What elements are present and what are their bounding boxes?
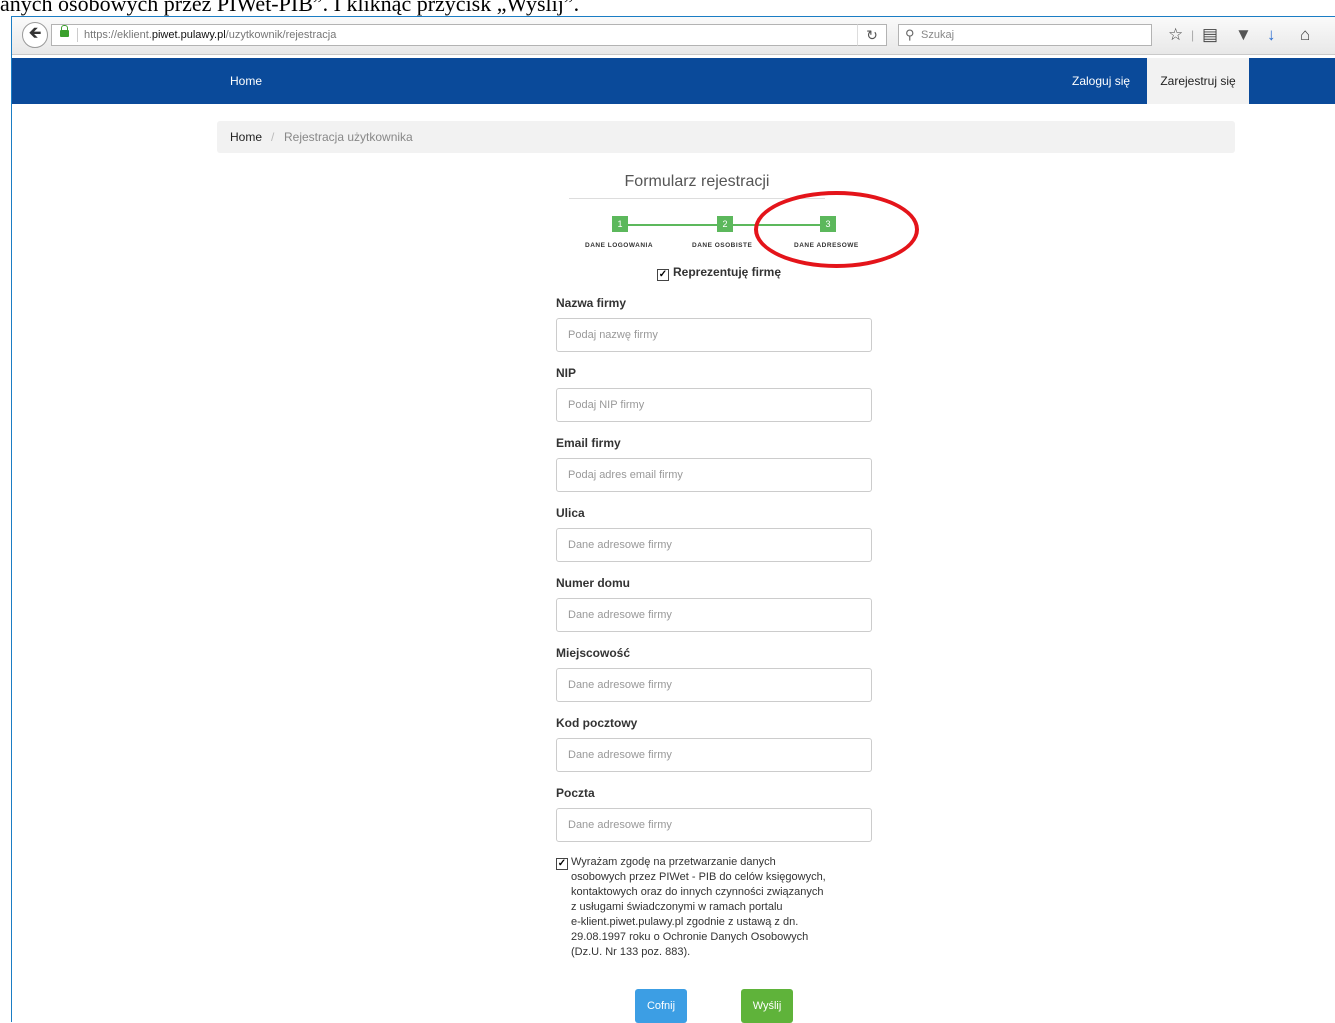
lock-icon xyxy=(60,25,69,37)
street-input[interactable] xyxy=(556,528,872,562)
search-input[interactable] xyxy=(921,27,1141,43)
step-1-box: 1 xyxy=(612,216,628,232)
city-input[interactable] xyxy=(556,668,872,702)
company-name-input[interactable] xyxy=(556,318,872,352)
consent-text: Wyrażam zgodę na przetwarzanie danych os… xyxy=(571,855,876,960)
browser-window: 🡸 https://eklient.piwet.pulawy.pl/uzytko… xyxy=(11,16,1335,1023)
step-2-label: DANE OSOBISTE xyxy=(692,242,753,249)
search-box[interactable]: ⚲ xyxy=(898,24,1152,46)
nav-home-link[interactable]: Home xyxy=(230,74,262,88)
url-path: /uzytkownik/rejestracja xyxy=(225,29,337,41)
red-annotation-circle xyxy=(754,191,919,268)
bookmark-star-icon[interactable]: ☆ xyxy=(1168,24,1183,46)
step-connector-1 xyxy=(620,224,720,226)
url-text: https://eklient.piwet.pulawy.pl/uzytkown… xyxy=(84,29,336,41)
nav-login-link[interactable]: Zaloguj się xyxy=(1072,74,1130,88)
search-icon: ⚲ xyxy=(905,27,915,42)
reading-list-icon[interactable]: ▤ xyxy=(1202,24,1218,46)
represent-company-label: Reprezentuję firmę xyxy=(673,265,782,279)
field-label: Miejscowość xyxy=(556,646,631,660)
field-company-email: Email firmy xyxy=(556,436,874,492)
back-arrow-icon: 🡸 xyxy=(28,24,42,42)
pocket-icon[interactable]: ▼ xyxy=(1235,24,1252,46)
house-number-input[interactable] xyxy=(556,598,872,632)
download-icon[interactable]: ↓ xyxy=(1267,24,1276,46)
field-postal-code: Kod pocztowy xyxy=(556,716,874,772)
document-caption: anych osobowych przez PIWet-PIB”. I klik… xyxy=(0,0,580,16)
field-label: Nazwa firmy xyxy=(556,296,627,310)
url-separator xyxy=(77,28,78,42)
field-label: Numer domu xyxy=(556,576,631,590)
consent-checkbox[interactable]: ✓ Wyrażam zgodę na przetwarzanie danych … xyxy=(556,855,876,960)
site-navbar: Home Zaloguj się Zarejestruj się xyxy=(12,58,1335,104)
nip-input[interactable] xyxy=(556,388,872,422)
field-label: NIP xyxy=(556,366,577,380)
nav-register-link[interactable]: Zarejestruj się xyxy=(1147,58,1249,104)
post-office-input[interactable] xyxy=(556,808,872,842)
field-label: Kod pocztowy xyxy=(556,716,638,730)
consent-line: z usługami świadczonymi w ramach portalu xyxy=(571,901,783,913)
field-city: Miejscowość xyxy=(556,646,874,702)
field-post-office: Poczta xyxy=(556,786,874,842)
reload-button[interactable]: ↻ xyxy=(857,24,887,46)
consent-line: e-klient.piwet.pulawy.pl zgodnie z ustaw… xyxy=(571,916,799,928)
field-street: Ulica xyxy=(556,506,874,562)
toolbar-divider: | xyxy=(1191,28,1195,42)
url-domain: piwet.pulawy.pl xyxy=(151,29,226,41)
url-prefix: https://eklient. xyxy=(84,29,152,41)
back-button[interactable]: 🡸 xyxy=(22,22,48,48)
consent-line: 29.08.1997 roku o Ochronie Danych Osobow… xyxy=(571,931,809,943)
breadcrumb-home-link[interactable]: Home xyxy=(230,121,262,153)
browser-toolbar: 🡸 https://eklient.piwet.pulawy.pl/uzytko… xyxy=(12,17,1335,55)
consent-line: osobowych przez PIWet - PIB do celów ksi… xyxy=(571,871,826,883)
company-email-input[interactable] xyxy=(556,458,872,492)
consent-line: kontaktowych oraz do innych czynności zw… xyxy=(571,886,824,898)
home-icon[interactable]: ⌂ xyxy=(1300,24,1310,46)
form-title: Formularz rejestracji xyxy=(624,173,770,190)
consent-checkmark-icon[interactable]: ✓ xyxy=(556,858,568,870)
checkmark-icon[interactable]: ✓ xyxy=(657,269,669,281)
field-company-name: Nazwa firmy xyxy=(556,296,874,352)
field-label: Email firmy xyxy=(556,436,621,450)
field-house-number: Numer domu xyxy=(556,576,874,632)
consent-line: Wyrażam zgodę na przetwarzanie danych xyxy=(571,856,776,868)
consent-line: (Dz.U. Nr 133 poz. 883). xyxy=(571,946,691,958)
reload-icon: ↻ xyxy=(866,27,878,43)
breadcrumb: Home / Rejestracja użytkownika xyxy=(217,121,1235,153)
breadcrumb-current: Rejestracja użytkownika xyxy=(284,130,413,144)
send-button[interactable]: Wyślij xyxy=(741,989,793,1023)
field-nip: NIP xyxy=(556,366,874,422)
url-bar[interactable]: https://eklient.piwet.pulawy.pl/uzytkown… xyxy=(51,24,887,46)
back-step-button[interactable]: Cofnij xyxy=(635,989,687,1023)
field-label: Ulica xyxy=(556,506,585,520)
field-label: Poczta xyxy=(556,786,595,800)
step-2-box: 2 xyxy=(717,216,733,232)
postal-code-input[interactable] xyxy=(556,738,872,772)
breadcrumb-separator: / xyxy=(271,130,275,144)
represent-company-checkbox[interactable]: ✓ Reprezentuję firmę xyxy=(657,265,781,281)
step-1-label: DANE LOGOWANIA xyxy=(585,242,654,249)
